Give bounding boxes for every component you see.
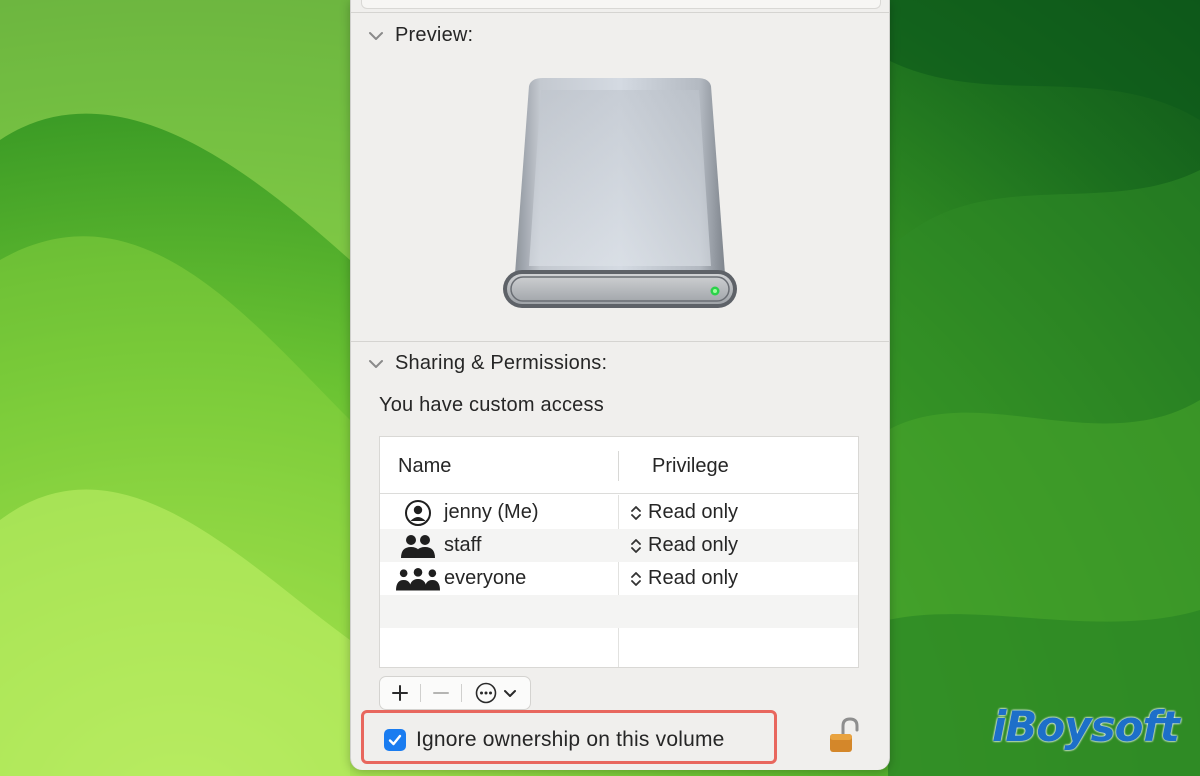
table-row[interactable]: jenny (Me) Read only [380, 496, 858, 529]
access-status-text: You have custom access [379, 394, 604, 416]
updown-chevron-icon [631, 571, 641, 586]
chevron-down-icon[interactable] [367, 27, 385, 45]
more-actions-button[interactable] [462, 677, 530, 709]
column-divider [618, 451, 619, 481]
privilege-value: Read only [648, 501, 739, 523]
updown-chevron-icon [631, 538, 641, 553]
ellipsis-circle-icon [475, 682, 497, 704]
sharing-title: Sharing & Permissions: [395, 352, 608, 374]
ignore-ownership-highlight: Ignore ownership on this volume [361, 710, 777, 764]
permissions-table: Name Privilege jenny (Me) Read only staf… [379, 436, 859, 668]
ignore-ownership-label[interactable]: Ignore ownership on this volume [416, 728, 725, 752]
chevron-down-icon [504, 690, 516, 697]
plus-icon [392, 685, 408, 701]
external-drive-icon [503, 78, 737, 308]
remove-button[interactable] [421, 677, 461, 709]
single-user-icon [396, 499, 440, 527]
watermark-logo: iBoysoft [992, 702, 1180, 751]
unlocked-padlock-icon[interactable] [827, 716, 863, 756]
preview-section-header[interactable]: Preview: [367, 24, 473, 47]
privilege-select[interactable]: Read only [630, 567, 738, 590]
row-user-name: jenny (Me) [444, 501, 539, 523]
table-row[interactable]: everyone Read only [380, 562, 858, 595]
divider [351, 12, 889, 13]
add-button[interactable] [380, 677, 420, 709]
table-row[interactable]: staff Read only [380, 529, 858, 562]
sharing-section-header[interactable]: Sharing & Permissions: [367, 352, 607, 375]
privilege-value: Read only [648, 567, 739, 589]
checkmark-icon [388, 734, 402, 746]
updown-chevron-icon [631, 505, 641, 520]
table-row-empty [380, 628, 858, 661]
privilege-select[interactable]: Read only [630, 534, 738, 557]
divider [351, 341, 889, 342]
everyone-icon [396, 565, 440, 593]
info-window: Preview: Sharing & Permissions: You have… [350, 0, 890, 770]
privilege-select[interactable]: Read only [630, 501, 738, 524]
row-user-name: staff [444, 534, 482, 556]
column-header-privilege[interactable]: Privilege [652, 455, 729, 478]
table-header: Name Privilege [380, 437, 858, 494]
row-user-name: everyone [444, 567, 527, 589]
column-header-name[interactable]: Name [398, 455, 451, 478]
minus-icon [433, 692, 449, 694]
permissions-toolbar [379, 676, 531, 710]
group-icon [396, 532, 440, 560]
preview-title: Preview: [395, 24, 474, 46]
top-field-edge [361, 0, 881, 9]
table-row-empty [380, 595, 858, 628]
chevron-down-icon[interactable] [367, 355, 385, 373]
privilege-value: Read only [648, 534, 739, 556]
ignore-ownership-checkbox[interactable] [384, 729, 406, 751]
